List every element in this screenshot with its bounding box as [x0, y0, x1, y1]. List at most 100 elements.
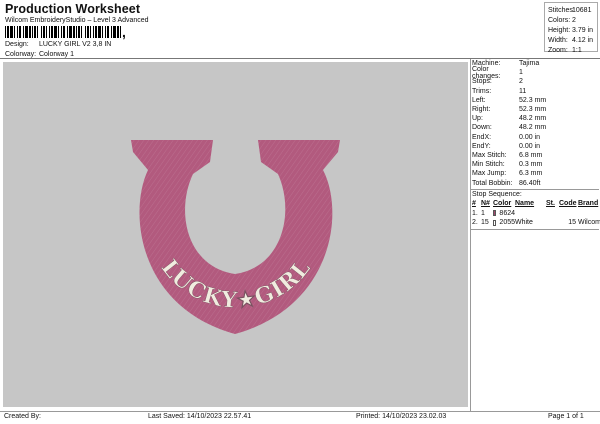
- barcode-bar: [63, 26, 65, 38]
- design-row: Design: LUCKY GIRL V2 3,8 IN: [5, 41, 111, 48]
- machine-info-label: Trims:: [472, 87, 492, 95]
- machine-info-label: Right:: [472, 106, 491, 113]
- machine-info-label: Down:: [472, 124, 492, 132]
- thread-color-cell: 2055: [493, 219, 515, 226]
- barcode-bar: [61, 26, 62, 38]
- stop-sequence-end-divider: [471, 229, 599, 231]
- horseshoe-design-image: LUCKY★GIRL: [131, 140, 340, 334]
- barcode-bar: [34, 26, 36, 38]
- needle-number: 1: [481, 209, 485, 217]
- machine-info-row: Trims: 11: [472, 87, 526, 96]
- barcode-bar: [37, 26, 38, 38]
- barcode-bar: [51, 26, 53, 38]
- stop-table-row: 2. 15 2055 White 15 Wilcom: [472, 218, 600, 227]
- machine-info-row: Down: 48.2 mm: [472, 123, 546, 132]
- machine-info-value: 86.40ft: [519, 179, 541, 187]
- machine-info-label: Up:: [472, 115, 483, 123]
- machine-info-row: Stops: 2: [472, 77, 523, 86]
- stat-value: 4.12 in: [572, 36, 594, 44]
- machine-info-row: Left: 52.3 mm: [472, 96, 546, 105]
- barcode-bar: [17, 26, 18, 38]
- stat-label: Stitches:: [548, 6, 575, 14]
- page-number: Page 1 of 1: [548, 413, 584, 420]
- design-preview: LUCKY★GIRL: [3, 62, 468, 407]
- barcode-bar: [41, 26, 42, 38]
- barcode-bar: [67, 26, 68, 38]
- stop-table-header: # N# Color Name St. Code Brand: [472, 199, 600, 208]
- thread-color-code: 8624: [499, 209, 515, 217]
- barcode-bar: [87, 26, 89, 38]
- machine-info-label: Min Stitch:: [472, 161, 505, 169]
- barcode-bar: [98, 26, 101, 38]
- machine-info-value: 11: [519, 87, 527, 95]
- barcode-bar: [23, 26, 24, 38]
- needle-number: 15: [481, 219, 489, 226]
- thread-color-swatch: [493, 219, 497, 226]
- barcode-bar: [90, 26, 91, 38]
- barcode-bar: [14, 26, 15, 38]
- stop-sequence-title: Stop Sequence:: [472, 190, 522, 198]
- design-label: Design:: [5, 41, 29, 48]
- machine-info-value: 52.3 mm: [519, 106, 547, 113]
- barcode-bar: [81, 26, 82, 38]
- colorway-row: Colorway: Colorway 1: [5, 51, 74, 58]
- barcode-bar: [7, 26, 9, 38]
- machine-info-label: Left:: [472, 96, 486, 104]
- stop-table-column-header: Color: [493, 200, 512, 208]
- machine-info-label: Max Stitch:: [472, 152, 507, 159]
- stat-value: 1:1: [572, 46, 582, 54]
- barcode-bar: [54, 26, 57, 38]
- stop-table-column-header: St.: [546, 200, 555, 208]
- barcode-suffix: ,: [122, 24, 126, 40]
- stat-height: Height: 3.79 in: [548, 25, 594, 35]
- barcode-bar: [73, 26, 75, 38]
- barcode-bar: [58, 26, 59, 38]
- stop-number: 2.: [472, 219, 478, 226]
- machine-info-value: Tajima: [519, 60, 540, 67]
- machine-info-value: 52.3 mm: [519, 96, 547, 104]
- thread-color-code: 2055: [499, 219, 515, 226]
- stop-table-row: 1. 1 8624: [472, 209, 600, 218]
- thread-name: White: [515, 219, 533, 226]
- barcode-bar: [93, 26, 94, 38]
- barcode-bar: [117, 26, 119, 38]
- barcode-bar: [95, 26, 97, 38]
- barcode-bar: [25, 26, 28, 38]
- machine-info-label: Total Bobbin:: [472, 179, 513, 187]
- stop-table-column-header: Brand: [578, 200, 599, 208]
- machine-info-value: 6.3 mm: [519, 170, 543, 178]
- barcode-bar: [113, 26, 116, 38]
- thread-color-cell: 8624: [493, 210, 515, 217]
- stat-zoom: Zoom: 1:1: [548, 45, 594, 55]
- stat-colors: Colors: 2: [548, 15, 594, 25]
- barcode-bar: [102, 26, 103, 38]
- barcode-bar: [19, 26, 21, 38]
- software-subtitle: Wilcom EmbroideryStudio – Level 3 Advanc…: [5, 17, 149, 24]
- machine-info-value: 6.8 mm: [519, 152, 543, 159]
- stat-label: Zoom:: [548, 46, 568, 54]
- barcode-bar: [49, 26, 50, 38]
- created-by: Created By:: [4, 413, 41, 420]
- barcode-bar: [43, 26, 45, 38]
- barcode-bar: [29, 26, 31, 38]
- stat-value: 3.79 in: [572, 26, 594, 34]
- stop-number: 1.: [472, 209, 478, 217]
- machine-info-row: Color changes: 1: [472, 66, 523, 80]
- machine-info-panel: Machine: Tajima Color changes: 1 Stops: 2 Trim…: [470, 59, 600, 411]
- barcode-bar: [76, 26, 77, 38]
- machine-info-row: EndX: 0.00 in: [472, 133, 540, 142]
- printed-date: Printed: 14/10/2023 23.02.03: [356, 413, 447, 420]
- machine-info-value: 1: [519, 69, 523, 77]
- design-value: LUCKY GIRL V2 3,8 IN: [38, 41, 112, 48]
- colorway-value: Colorway 1: [38, 51, 74, 58]
- stat-stitches: Stitches: 10681: [548, 5, 594, 15]
- stop-table-column-header: Name: [515, 200, 535, 208]
- machine-info-label: Stops:: [472, 78, 492, 86]
- stats-box: Stitches: 10681 Colors: 2 Height: 3.79 in W…: [544, 2, 598, 55]
- barcode: [5, 26, 121, 38]
- colorway-label: Colorway:: [5, 51, 37, 58]
- barcode-bar: [107, 26, 109, 38]
- barcode-bar: [111, 26, 112, 38]
- barcode-bar: [5, 26, 6, 38]
- machine-info-value: 2: [519, 78, 523, 86]
